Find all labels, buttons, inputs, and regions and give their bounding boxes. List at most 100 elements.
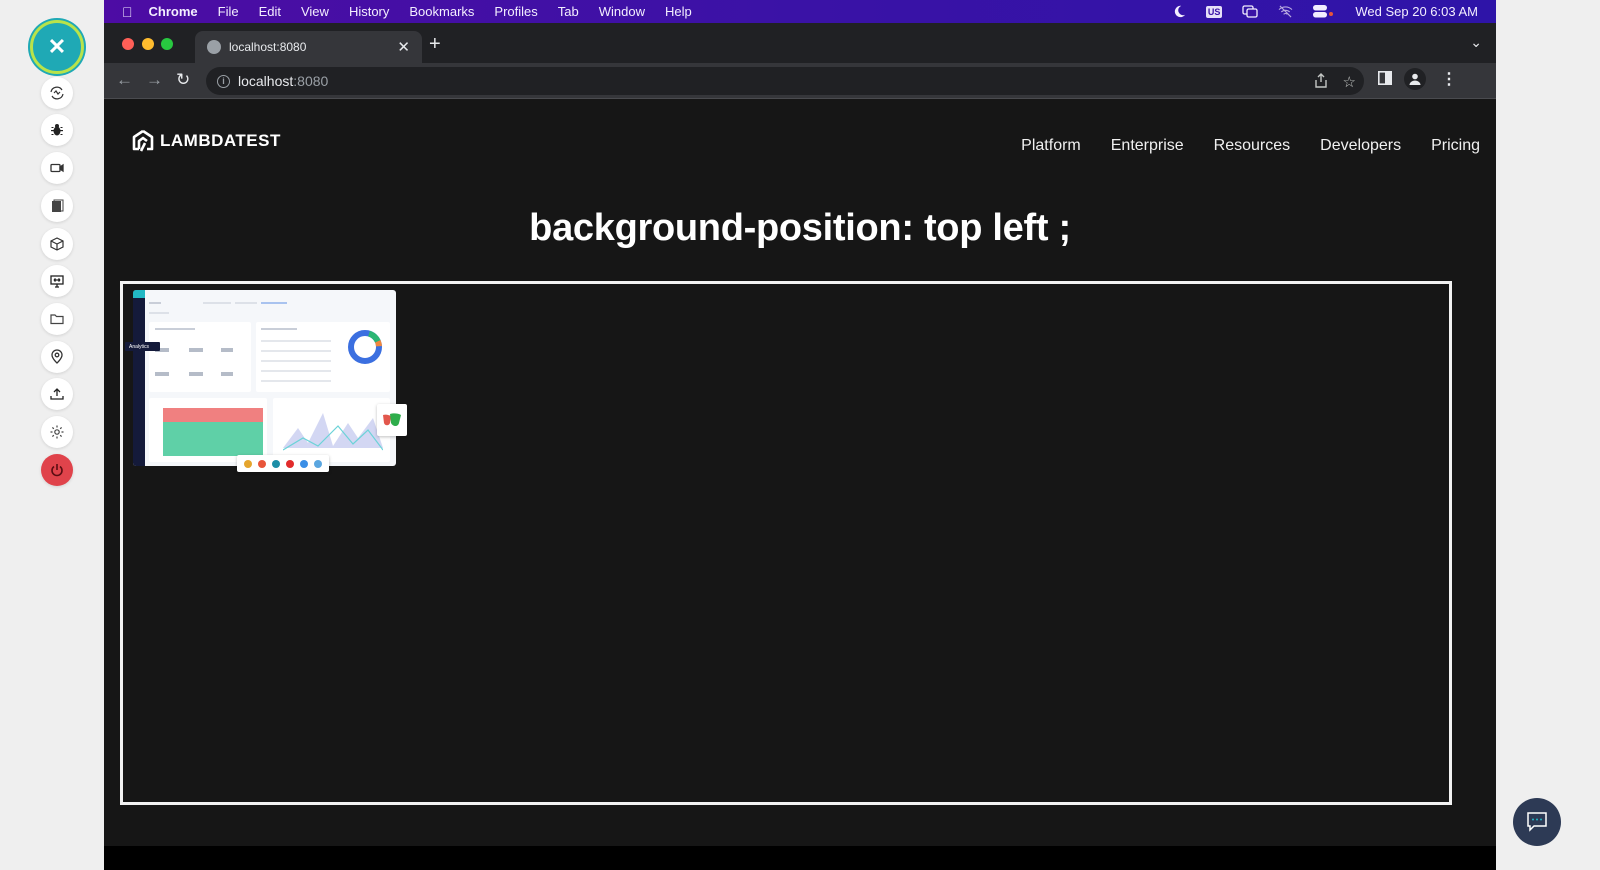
- power-icon: [51, 464, 63, 477]
- browser-tab-active[interactable]: localhost:8080 ✕: [195, 31, 422, 63]
- network-icon: [50, 86, 64, 100]
- geolocation-button[interactable]: [41, 341, 73, 373]
- background-position-demo-box: Analytics: [120, 281, 1452, 805]
- window-close-button[interactable]: [122, 38, 134, 50]
- side-panel-icon[interactable]: [1378, 71, 1392, 85]
- gear-icon: [50, 425, 64, 439]
- back-arrow-icon[interactable]: ←: [116, 70, 133, 90]
- line-chart-thumbnail: [283, 413, 383, 451]
- menu-history[interactable]: History: [349, 4, 389, 19]
- record-video-button[interactable]: [41, 152, 73, 184]
- menu-bookmarks[interactable]: Bookmarks: [409, 4, 474, 19]
- playwright-card: [377, 404, 407, 436]
- forward-arrow-icon[interactable]: →: [146, 70, 163, 90]
- lambdatest-logo[interactable]: LAMBDATEST: [132, 129, 281, 153]
- browser-toolbar: ← → ↻ i localhost :8080 ☆ ⋮: [104, 63, 1496, 99]
- input-source-badge[interactable]: US: [1205, 5, 1223, 18]
- web-page: LAMBDATEST Platform Enterprise Resources…: [104, 99, 1496, 846]
- site-nav: Platform Enterprise Resources Developers…: [1021, 137, 1480, 155]
- control-center-icon[interactable]: [1313, 5, 1335, 18]
- close-icon: ✕: [47, 34, 67, 59]
- page-heading: background-position: top left ;: [529, 207, 1071, 249]
- tab-close-icon[interactable]: ✕: [397, 38, 410, 56]
- menu-app-name[interactable]: Chrome: [149, 4, 198, 19]
- donut-chart-thumbnail: [348, 330, 382, 364]
- nav-enterprise[interactable]: Enterprise: [1111, 137, 1184, 155]
- playwright-masks-icon: [383, 413, 401, 426]
- menu-file[interactable]: File: [218, 4, 239, 19]
- gallery-icon: [52, 199, 64, 212]
- upload-icon: [50, 388, 64, 400]
- monitor-resize-icon: [50, 275, 64, 288]
- network-throttle-button[interactable]: [41, 77, 73, 109]
- nav-platform[interactable]: Platform: [1021, 137, 1081, 155]
- analytics-tag: Analytics: [125, 342, 160, 351]
- reload-icon[interactable]: ↻: [176, 70, 190, 90]
- menu-profiles[interactable]: Profiles: [494, 4, 537, 19]
- chat-support-button[interactable]: [1513, 798, 1561, 846]
- folder-icon: [50, 314, 64, 325]
- menubar-clock[interactable]: Wed Sep 20 6:03 AM: [1355, 4, 1478, 19]
- edge-browser-icon: [272, 459, 280, 468]
- tab-search-chevron-down-icon[interactable]: ⌄: [1470, 34, 1482, 51]
- chat-bubble-icon: [1527, 812, 1547, 832]
- url-host: localhost: [238, 73, 294, 89]
- address-bar[interactable]: i localhost :8080 ☆: [206, 67, 1364, 95]
- bookmark-star-icon[interactable]: ☆: [1343, 73, 1356, 91]
- wifi-off-icon[interactable]: [1278, 5, 1293, 18]
- settings-button[interactable]: [41, 416, 73, 448]
- window-minimize-button[interactable]: [142, 38, 154, 50]
- macos-menubar:  Chrome File Edit View History Bookmark…: [104, 0, 1496, 23]
- menu-window[interactable]: Window: [599, 4, 645, 19]
- menu-tab[interactable]: Tab: [558, 4, 579, 19]
- cube-icon: [50, 237, 64, 251]
- logo-text: LAMBDATEST: [160, 131, 281, 150]
- tab-title: localhost:8080: [229, 40, 307, 54]
- resolution-button[interactable]: [41, 265, 73, 297]
- location-pin-icon: [51, 349, 63, 364]
- share-icon[interactable]: [1314, 73, 1328, 88]
- remote-screen:  Chrome File Edit View History Bookmark…: [104, 0, 1496, 870]
- nav-resources[interactable]: Resources: [1214, 137, 1290, 155]
- close-toolbar-button[interactable]: ✕: [30, 20, 84, 74]
- globe-favicon-icon: [207, 40, 221, 54]
- window-zoom-button[interactable]: [161, 38, 173, 50]
- dashboard-sidebar: [133, 290, 145, 466]
- firefox-browser-icon: [258, 459, 266, 468]
- video-icon: [50, 163, 64, 173]
- bug-icon: [51, 124, 63, 136]
- do-not-disturb-moon-icon[interactable]: [1173, 5, 1186, 18]
- screen-mirroring-icon[interactable]: [1242, 5, 1259, 18]
- profile-avatar-button[interactable]: [1404, 68, 1426, 90]
- browser-icons-strip: [237, 455, 329, 472]
- opera-browser-icon: [286, 459, 294, 468]
- page-bottom-bar: [104, 846, 1496, 870]
- 3d-view-button[interactable]: [41, 228, 73, 260]
- upload-button[interactable]: [41, 378, 73, 410]
- dashboard-card: [133, 290, 396, 466]
- lambdatest-toolbar: ✕: [0, 0, 104, 870]
- ie-browser-icon: [314, 459, 322, 468]
- tab-strip: localhost:8080 ✕ + ⌄: [104, 23, 1496, 63]
- bar-chart-thumbnail: [163, 408, 263, 456]
- dashboard-background-image: Analytics: [125, 290, 407, 472]
- profile-person-icon: [1409, 73, 1421, 85]
- apple-icon[interactable]: : [122, 4, 133, 20]
- menu-edit[interactable]: Edit: [259, 4, 281, 19]
- debug-button[interactable]: [41, 114, 73, 146]
- safari-browser-icon: [300, 459, 308, 468]
- site-info-icon[interactable]: i: [217, 74, 230, 88]
- menu-help[interactable]: Help: [665, 4, 692, 19]
- new-tab-plus-icon[interactable]: +: [429, 33, 441, 56]
- menu-view[interactable]: View: [301, 4, 329, 19]
- nav-developers[interactable]: Developers: [1320, 137, 1401, 155]
- nav-pricing[interactable]: Pricing: [1431, 137, 1480, 155]
- files-button[interactable]: [41, 303, 73, 335]
- chrome-menu-kebab-icon[interactable]: ⋮: [1441, 69, 1457, 89]
- url-port: :8080: [293, 73, 329, 89]
- end-session-button[interactable]: [41, 454, 73, 486]
- chrome-browser-icon: [244, 459, 252, 468]
- menubar-status-area: US Wed Sep 20 6:03 AM: [1173, 0, 1478, 23]
- chrome-window: localhost:8080 ✕ + ⌄ ← → ↻ i localhost :…: [104, 23, 1496, 870]
- screenshot-gallery-button[interactable]: [41, 190, 73, 222]
